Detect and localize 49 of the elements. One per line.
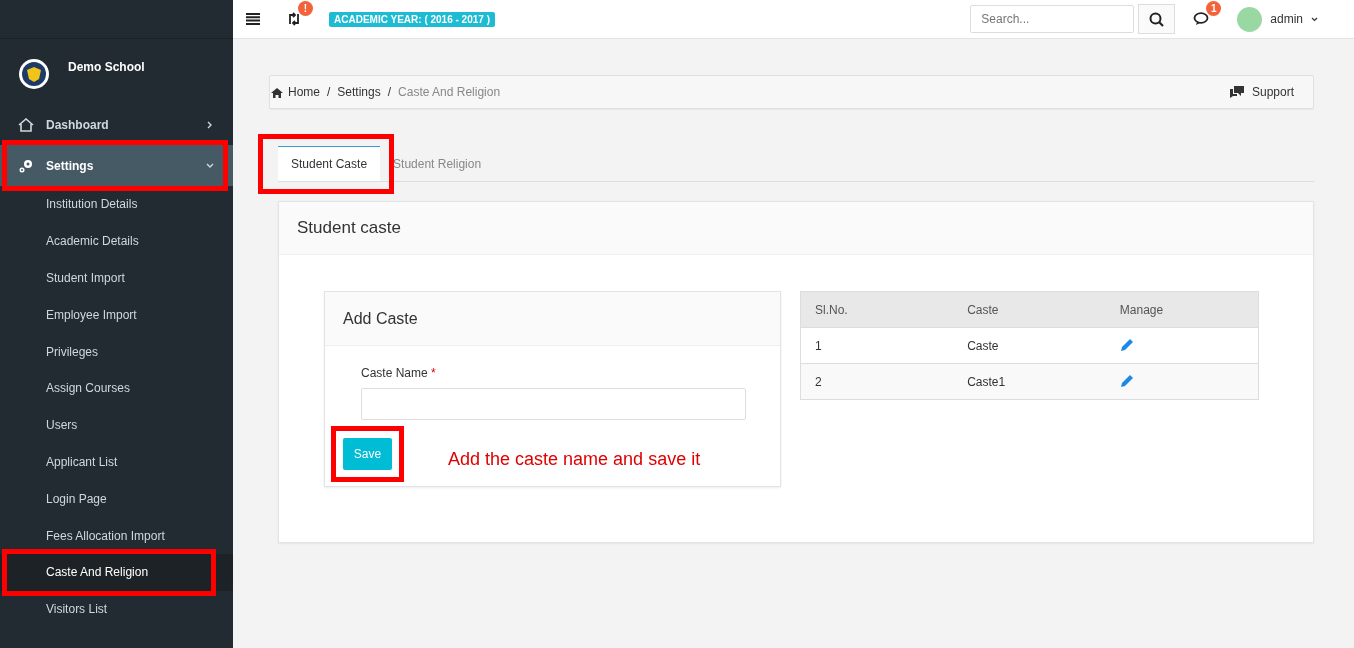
home-icon (18, 117, 34, 132)
sidebar-subitem[interactable]: Applicant List (0, 443, 233, 481)
sidebar-subitem[interactable]: Privileges (0, 333, 233, 370)
sidebar-item[interactable]: Dashboard (0, 104, 233, 145)
notification-badge: ! (298, 1, 313, 16)
menu-icon[interactable] (245, 12, 261, 26)
pencil-icon[interactable] (1119, 372, 1135, 388)
input-field[interactable] (361, 388, 746, 420)
sidebar-subitem[interactable]: Fees Allocation Import (0, 517, 233, 554)
breadcrumb-link[interactable]: Settings (337, 85, 381, 99)
table-cell: 2 (800, 363, 954, 400)
breadcrumb-link[interactable]: Home (288, 85, 320, 99)
annotation-text: Add the caste name and save it (448, 448, 701, 470)
search-button[interactable] (1138, 4, 1176, 34)
sidebar-subitem[interactable]: Institution Details (0, 186, 233, 223)
breadcrumb-separator: / (387, 85, 392, 99)
sidebar-subitem[interactable]: Login Page (0, 480, 233, 518)
sidebar-subitem[interactable]: Employee Import (0, 296, 233, 334)
school-logo-icon (18, 58, 50, 90)
user-menu[interactable]: admin (1270, 12, 1303, 26)
home-icon (271, 86, 283, 98)
search-field[interactable]: Search... (970, 5, 1135, 33)
sidebar-subitem[interactable]: Users (0, 406, 233, 444)
support-link[interactable]: Support (1251, 85, 1294, 99)
chat-bubbles-icon (1229, 86, 1244, 98)
sync-icon[interactable] (287, 12, 301, 26)
sidebar-subitem[interactable]: Student Import (0, 259, 233, 297)
caret-icon (1311, 16, 1318, 22)
chat-icon[interactable] (1193, 12, 1210, 26)
tab[interactable]: Student Caste (278, 146, 381, 181)
sidebar-subitem[interactable]: Visitors List (0, 590, 233, 628)
column-header: Manage (1105, 291, 1259, 328)
table-cell: Caste1 (953, 363, 1106, 400)
sidebar-item[interactable]: Settings (0, 145, 233, 186)
breadcrumb-separator: / (327, 85, 331, 99)
sidebar-subitem[interactable]: Academic Details (0, 222, 233, 260)
notification-badge: 1 (1206, 1, 1222, 16)
gears-icon (18, 158, 34, 173)
sidebar-subitem[interactable]: Caste And Religion (0, 553, 233, 591)
academic-year-badge: ACADEMIC YEAR: ( 2016 - 2017 ) (329, 11, 495, 27)
sidebar-subitem[interactable]: Assign Courses (0, 370, 233, 407)
form-title: Add Caste (325, 292, 780, 346)
column-header: Caste (953, 291, 1106, 328)
pencil-icon[interactable] (1119, 336, 1135, 352)
column-header: Sl.No. (800, 291, 954, 328)
panel-title: Student caste (279, 202, 1313, 255)
search-icon (1149, 11, 1165, 27)
field-label: Caste Name * (361, 366, 436, 380)
school-name: Demo School (68, 60, 145, 74)
